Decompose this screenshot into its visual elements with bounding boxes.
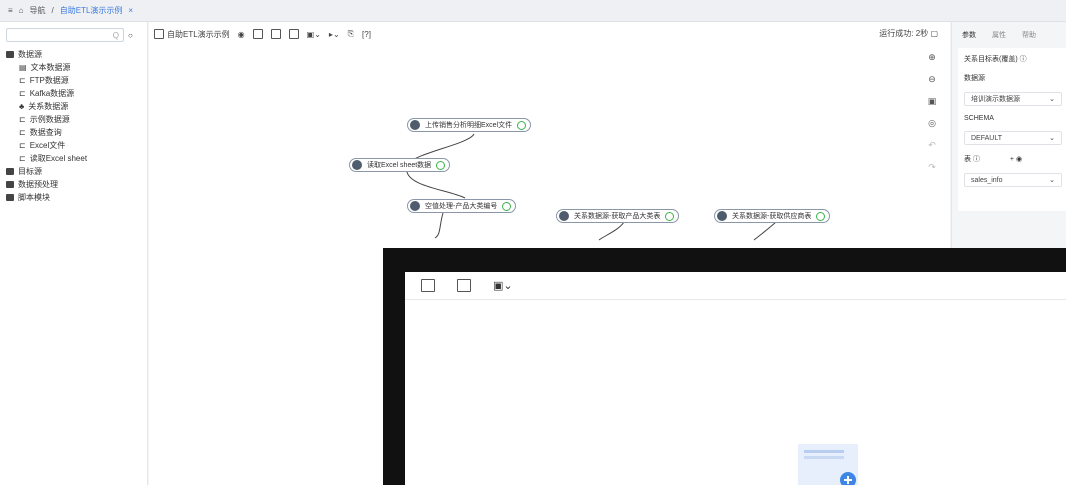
tree-item-excel-file[interactable]: ⊏ Excel文件: [6, 139, 147, 152]
component-icon: ⊏: [19, 76, 26, 85]
folder-icon: [6, 168, 14, 175]
tree-folder-datasource[interactable]: 数据源: [6, 48, 147, 61]
chevron-down-icon: ⌄: [1049, 96, 1055, 103]
zoomed-overlay: ▣⌄: [383, 248, 1066, 485]
success-icon: [436, 160, 446, 170]
nav-label[interactable]: 导航: [30, 5, 46, 16]
overlay-window: ▣⌄: [405, 272, 1066, 485]
flow-node-upload-excel[interactable]: 上传销售分析明细Excel文件: [407, 118, 532, 132]
folder-icon: [6, 181, 14, 188]
home-icon[interactable]: ⌂: [19, 6, 24, 15]
component-icon: ⊏: [19, 115, 26, 124]
flow-node-null-handling[interactable]: 空值处理-产品大类编号: [407, 199, 517, 213]
component-icon: ⊏: [19, 128, 26, 137]
refresh-icon[interactable]: ○: [128, 31, 133, 40]
info-icon: ⓘ: [972, 156, 980, 163]
relation-icon: ♣: [19, 102, 25, 111]
save-icon[interactable]: [421, 279, 435, 292]
node-icon: [410, 201, 420, 211]
tree-item-read-excel-sheet[interactable]: ⊏ 读取Excel sheet: [6, 152, 147, 165]
chevron-down-icon: ⌄: [1049, 177, 1055, 184]
node-icon: [717, 211, 727, 221]
success-icon: [816, 211, 826, 221]
add-icon: +: [1009, 156, 1014, 163]
component-icon: ⊏: [19, 141, 26, 150]
panel-body: 关系目标表(覆盖) ⓘ 数据源 培训演示数据源 ⌄ SCHEMA DEFAULT ⌄…: [958, 48, 1066, 211]
save-as-icon[interactable]: [457, 279, 471, 292]
close-tab-icon[interactable]: ×: [128, 6, 133, 15]
flow-node-product-category[interactable]: 关系数据源-获取产品大类表: [556, 209, 680, 223]
success-icon: [517, 120, 527, 130]
tree-folder-target[interactable]: 目标源: [6, 165, 147, 178]
tree-folder-preprocess[interactable]: 数据预处理: [6, 178, 147, 191]
top-navigation-bar: ≡ ⌂ 导航 / 自助ETL演示示例 ×: [0, 0, 1066, 22]
component-icon: ⊏: [19, 154, 26, 163]
chevron-down-icon: ⌄: [1049, 135, 1055, 142]
breadcrumb-separator: /: [51, 6, 54, 15]
node-icon: [410, 120, 420, 130]
tree-item-sample-datasource[interactable]: ⊏ 示例数据源: [6, 113, 147, 126]
search-input[interactable]: Q: [6, 28, 124, 42]
info-icon: ⓘ: [1019, 56, 1027, 63]
tree-item-ftp-datasource[interactable]: ⊏ FTP数据源: [6, 74, 147, 87]
table-label: 表 ⓘ + ◉: [964, 156, 1023, 163]
radio-icon: ◉: [1015, 156, 1023, 163]
resource-sidebar: Q ○ 数据源 ▤ 文本数据源 ⊏ FTP数据源 ⊏ Kafka数据源 ♣ 关系数据源 …: [0, 22, 148, 485]
success-icon: [502, 201, 512, 211]
folder-icon: [6, 194, 14, 201]
tree-item-relational-datasource[interactable]: ♣ 关系数据源: [6, 100, 147, 113]
file-icon: ▤: [19, 63, 27, 72]
tree-item-text-datasource[interactable]: ▤ 文本数据源: [6, 61, 147, 74]
panel-tabs: 参数 属性 帮助: [952, 22, 1066, 44]
table-select[interactable]: sales_info ⌄: [964, 173, 1062, 187]
folder-icon: [6, 51, 14, 58]
success-icon: [665, 211, 675, 221]
empty-document-icon: [798, 444, 858, 485]
tab-params[interactable]: 参数: [962, 30, 976, 44]
datasource-select[interactable]: 培训演示数据源 ⌄: [964, 92, 1062, 106]
component-icon: ⊏: [19, 89, 26, 98]
menu-icon[interactable]: ≡: [8, 6, 13, 15]
tab-etl-demo[interactable]: 自助ETL演示示例: [60, 5, 123, 16]
tree-item-kafka-datasource[interactable]: ⊏ Kafka数据源: [6, 87, 147, 100]
overlay-toolbar: ▣⌄: [405, 272, 1066, 300]
datasource-label: 数据源: [964, 75, 985, 82]
resource-tree: 数据源 ▤ 文本数据源 ⊏ FTP数据源 ⊏ Kafka数据源 ♣ 关系数据源 ⊏ 示例数…: [0, 46, 147, 204]
node-icon: [352, 160, 362, 170]
tab-properties[interactable]: 属性: [992, 30, 1006, 44]
flow-node-read-excel-sheet[interactable]: 读取Excel sheet数据: [349, 158, 451, 172]
settings-dropdown-icon[interactable]: ▣⌄: [493, 279, 513, 292]
schema-select[interactable]: DEFAULT ⌄: [964, 131, 1062, 145]
node-icon: [559, 211, 569, 221]
flow-node-supplier[interactable]: 关系数据源-获取供应商表: [714, 209, 831, 223]
tree-item-data-query[interactable]: ⊏ 数据查询: [6, 126, 147, 139]
tab-help[interactable]: 帮助: [1022, 30, 1036, 44]
schema-label: SCHEMA: [964, 115, 994, 122]
search-icon: Q: [112, 30, 119, 40]
section-title: 关系目标表(覆盖) ⓘ: [964, 56, 1027, 63]
tree-folder-script[interactable]: 脚本模块: [6, 191, 147, 204]
